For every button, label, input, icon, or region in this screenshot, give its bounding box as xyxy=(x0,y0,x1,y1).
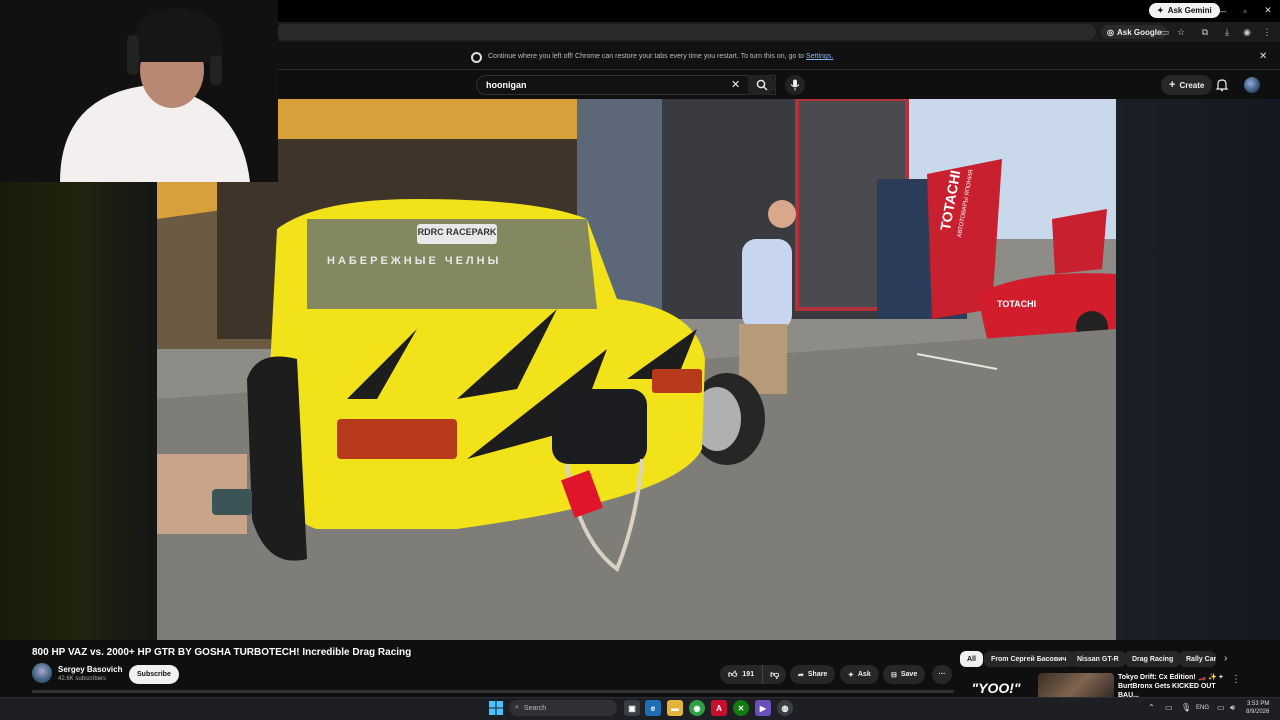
search-icon xyxy=(756,79,768,91)
sparkle-icon: ✦ xyxy=(1157,6,1164,15)
save-playlist-icon: ⊟ xyxy=(891,671,897,679)
voice-search-button[interactable] xyxy=(785,75,805,95)
network-icon[interactable]: ▭ xyxy=(1217,703,1225,712)
tray-mic-icon[interactable]: 🎙︎ xyxy=(1181,703,1191,712)
chip-drag-racing[interactable]: Drag Racing xyxy=(1125,651,1181,667)
chip-all[interactable]: All xyxy=(960,651,983,667)
channel-name[interactable]: Sergey Basovich xyxy=(58,665,122,674)
chip-nissan-gtr[interactable]: Nissan GT-R xyxy=(1070,651,1126,667)
sparkle-icon: ✦ xyxy=(848,671,854,679)
windows-start-icon[interactable] xyxy=(489,701,503,715)
ambient-left xyxy=(0,182,157,640)
account-avatar[interactable] xyxy=(1244,77,1260,93)
input-language[interactable]: ENG xyxy=(1196,705,1209,711)
infobar-close-icon[interactable]: ✕ xyxy=(1259,51,1267,62)
ask-label: Ask xyxy=(857,671,871,678)
chrome-icon xyxy=(471,52,482,63)
capture-app-icon[interactable]: ▶ xyxy=(755,700,771,716)
ask-button[interactable]: ✦ Ask xyxy=(840,665,879,684)
cast-icon[interactable]: ▭ xyxy=(1158,25,1172,39)
app-icon[interactable]: ◍ xyxy=(777,700,793,716)
ask-gemini-button[interactable]: ✦ Ask Gemini xyxy=(1149,3,1220,18)
ambient-right xyxy=(1116,99,1280,640)
streamer-image xyxy=(0,0,278,182)
search-query[interactable]: hoonigan xyxy=(486,80,527,90)
lens-icon: ◎ xyxy=(1107,27,1114,37)
save-button[interactable]: ⊟ Save xyxy=(883,665,926,684)
volume-icon[interactable]: 🔊︎ xyxy=(1230,703,1235,713)
channel-avatar[interactable] xyxy=(32,663,52,683)
bookmark-star-icon[interactable]: ☆ xyxy=(1174,25,1188,39)
chip-rally-car[interactable]: Rally Car xyxy=(1179,651,1216,667)
more-actions-button[interactable]: ··· xyxy=(932,665,952,684)
tray-app-icon[interactable]: ▭ xyxy=(1165,703,1173,712)
clock-date: 8/9/2026 xyxy=(1246,709,1270,715)
xbox-icon[interactable]: ✕ xyxy=(733,700,749,716)
maximize-icon[interactable]: ▫ xyxy=(1234,3,1256,18)
thumbs-up-icon: 👍︎ xyxy=(728,669,738,679)
plus-icon: + xyxy=(1169,79,1176,91)
address-bar[interactable] xyxy=(276,24,1096,40)
thumbs-down-icon: 👎︎ xyxy=(770,669,780,679)
microphone-icon xyxy=(790,79,800,91)
chip-from-channel[interactable]: From Сергей Басович xyxy=(984,651,1074,667)
ask-google-label: Ask Google xyxy=(1116,27,1162,37)
rdrc-sticker: RDRC RACEPARK xyxy=(417,227,497,237)
taskbar-search-placeholder: Search xyxy=(523,704,547,712)
search-icon: ⌕ xyxy=(515,704,519,711)
like-dislike-group: 👍︎ 191 👎︎ xyxy=(720,665,787,684)
window-close-icon[interactable]: ✕ xyxy=(1257,3,1279,18)
car-sponsor-text: TOTACHI xyxy=(997,299,1037,309)
clock[interactable]: 3:53 PM 8/9/2026 xyxy=(1246,700,1269,716)
restore-message-text: Continue where you left off! Chrome can … xyxy=(488,53,805,60)
clock-time: 3:53 PM xyxy=(1247,701,1270,707)
subscriber-count: 42.6K subscribers xyxy=(58,676,107,682)
subscribe-button[interactable]: Subscribe xyxy=(129,665,179,684)
webcam-overlay xyxy=(0,0,278,182)
chevron-right-icon[interactable]: › xyxy=(1224,653,1227,664)
notifications-bell-icon[interactable] xyxy=(1215,78,1229,92)
download-icon[interactable]: ⤓ xyxy=(1220,25,1234,39)
settings-link[interactable]: Settings. xyxy=(806,53,833,60)
dislike-button[interactable]: 👎︎ xyxy=(763,665,786,684)
clear-search-icon[interactable]: ✕ xyxy=(731,78,740,91)
tray-chevron-icon[interactable]: ⌃ xyxy=(1148,703,1155,712)
task-view-icon[interactable]: ▣ xyxy=(624,700,640,716)
profile-icon[interactable]: ◉ xyxy=(1240,25,1254,39)
share-button[interactable]: ➦ Share xyxy=(790,665,836,684)
windshield-banner: НАБЕРЕЖНЫЕ ЧЕЛНЫ xyxy=(327,255,502,267)
more-icon: ··· xyxy=(938,671,946,678)
minimize-icon[interactable]: — xyxy=(1211,3,1233,18)
create-button[interactable]: + Create xyxy=(1161,75,1213,95)
chrome-menu-icon[interactable]: ⋮ xyxy=(1260,25,1274,39)
recommendation-title[interactable]: Tokyo Drift: Cx Edition! 🏎️ ✨ + BurtBron… xyxy=(1118,673,1230,700)
video-player[interactable]: RDRC RACEPARK НАБЕРЕЖНЫЕ ЧЕЛНЫ TOTACHI А… xyxy=(157,99,1116,640)
video-title: 800 HP VAZ vs. 2000+ HP GTR BY GOSHA TUR… xyxy=(32,647,412,658)
recommendation-menu-icon[interactable]: ⋮ xyxy=(1231,674,1241,685)
like-count: 191 xyxy=(742,671,755,678)
file-explorer-icon[interactable]: ▬ xyxy=(667,700,683,716)
share-label: Share xyxy=(807,671,828,678)
acrobat-icon[interactable]: A xyxy=(711,700,727,716)
extensions-icon[interactable]: ⧉ xyxy=(1198,25,1212,39)
description-divider xyxy=(32,690,954,693)
search-button[interactable] xyxy=(748,75,776,95)
ask-gemini-label: Ask Gemini xyxy=(1167,6,1212,15)
create-label: Create xyxy=(1179,80,1205,90)
share-icon: ➦ xyxy=(798,671,804,679)
taskbar-search[interactable]: ⌕ Search xyxy=(509,700,617,716)
like-button[interactable]: 👍︎ 191 xyxy=(720,665,764,684)
save-label: Save xyxy=(900,671,918,678)
chrome-taskbar-icon[interactable]: ◉ xyxy=(689,700,705,716)
edge-icon[interactable]: e xyxy=(645,700,661,716)
windows-taskbar xyxy=(0,697,1280,720)
restore-message: Continue where you left off! Chrome can … xyxy=(488,53,833,60)
